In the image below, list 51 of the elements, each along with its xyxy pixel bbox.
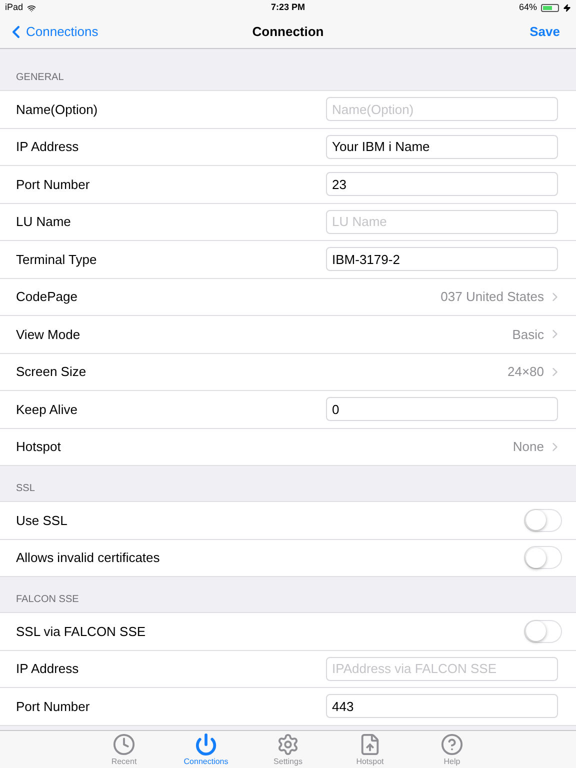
charging-icon [563,4,572,12]
row-label: Keep Alive [16,400,78,419]
back-button[interactable]: Connections [6,22,98,42]
input-field[interactable]: 443 [326,694,558,718]
row-label: LU Name [16,213,72,231]
clock-icon [112,733,136,756]
row-label: IP Address [16,138,80,156]
row-label: Port Number [16,698,91,716]
section-header: SSL [16,482,35,496]
wifi-icon [27,4,36,12]
battery-icon [541,4,560,12]
tab-item[interactable]: Connections [184,731,228,768]
input-field[interactable]: LU Name [326,210,558,234]
row-value: Basic [512,326,544,344]
power-icon [194,733,218,756]
toggle-switch[interactable] [524,508,562,532]
carrier-label: iPad [5,1,24,14]
toggle-switch[interactable] [524,546,562,570]
row-value: 24×80 [507,363,544,381]
section-header: FALCON SSE [16,593,79,607]
status-time: 7:23 PM [270,1,306,14]
toggle-switch[interactable] [524,620,562,643]
tab-item[interactable]: Help [430,731,474,768]
tab-item[interactable]: Hotspot [348,731,392,768]
row-label: Name(Option) [16,100,99,119]
tab-item[interactable]: Recent [102,731,146,768]
nav-title: Connection [252,23,324,42]
row-label: Hotspot [16,438,62,456]
save-button[interactable]: Save [530,22,570,42]
row-label: Allows invalid certificates [16,549,161,567]
input-field[interactable]: Your IBM i Name [326,134,558,159]
input-field[interactable]: 23 [326,172,558,196]
row-label: Use SSL [16,512,68,530]
section-header: GENERAL [16,71,64,85]
battery-percent: 64% [519,1,538,14]
input-field[interactable]: IPAddress via FALCON SSE [326,656,558,681]
row-label: SSL via FALCON SSE [16,622,147,640]
row-value: None [512,438,544,456]
row-value: 037 United States [440,288,544,306]
input-field[interactable]: IBM-3179-2 [326,247,558,272]
row-label: Screen Size [16,363,88,381]
row-label: CodePage [16,288,78,306]
gear-icon [276,733,300,756]
row-label: Port Number [16,176,91,194]
tab-item[interactable]: Settings [266,731,310,768]
input-field[interactable]: Name(Option) [326,97,558,122]
help-icon [440,733,464,756]
row-label: View Mode [16,326,82,344]
row-label: Terminal Type [16,250,98,269]
row-label: IP Address [16,660,80,678]
input-field[interactable]: 0 [326,397,558,422]
